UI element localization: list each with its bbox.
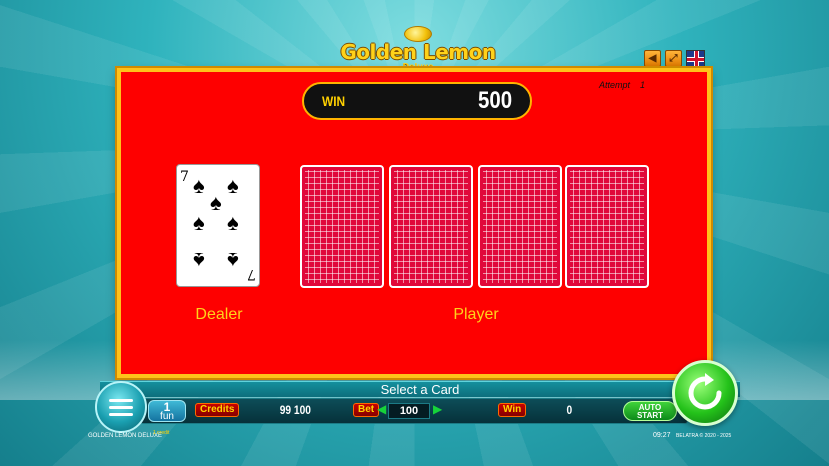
sound-icon[interactable]: ◀ — [644, 50, 661, 67]
attempt-counter: Attempt 1 — [599, 80, 645, 90]
lines-unit: fun — [160, 411, 174, 422]
hamburger-icon — [109, 398, 133, 402]
attempt-label: Attempt — [599, 80, 631, 90]
prompt-bar: Select a Card — [100, 381, 740, 397]
win-field-value: 0 — [566, 403, 573, 417]
bet-label: Bet — [353, 403, 380, 417]
start-label: START — [636, 411, 664, 420]
player-card-2[interactable] — [389, 165, 473, 288]
game-name: GOLDEN LEMON DELUXE — [88, 433, 163, 439]
attempt-value: 1 — [640, 80, 646, 90]
bet-increase-icon[interactable]: ▶ — [433, 402, 442, 416]
credit-note: 1 credit — [153, 430, 170, 436]
copyright: BELATRA © 2020 - 2025 — [676, 433, 732, 439]
player-label: Player — [453, 306, 499, 323]
spade-icon: ♠ — [227, 210, 239, 235]
card-rank-top: 7 — [180, 169, 189, 185]
game-board: WIN 500 Attempt 1 7 7 ♠ ♠ ♠ ♠ ♠ ♠ ♠ Deale… — [117, 68, 711, 378]
menu-button[interactable] — [95, 381, 147, 433]
refresh-icon — [688, 373, 722, 410]
fullscreen-icon[interactable]: ⤢ — [665, 50, 682, 67]
player-card-3[interactable] — [478, 165, 562, 288]
player-card-4[interactable] — [565, 165, 649, 288]
bet-value: 100 — [388, 403, 430, 419]
top-icons: ◀ ⤢ — [644, 50, 705, 67]
clock: 09:27 — [653, 432, 671, 439]
credits-label: Credits — [195, 403, 240, 417]
bet-decrease-icon[interactable]: ◀ — [377, 402, 386, 416]
spade-icon: ♠ — [227, 173, 239, 198]
credits-value: 99 100 — [279, 403, 311, 417]
spade-icon: ♠ — [193, 248, 205, 273]
player-card-1[interactable] — [300, 165, 384, 288]
auto-start-button[interactable]: AUTO START — [623, 401, 677, 421]
spade-icon: ♠ — [193, 210, 205, 235]
dealer-card: 7 7 ♠ ♠ ♠ ♠ ♠ ♠ ♠ — [176, 164, 260, 287]
spin-button[interactable] — [672, 360, 738, 426]
logo-title: Golden Lemon — [340, 40, 496, 64]
spade-icon: ♠ — [227, 248, 239, 273]
game-logo: Golden Lemon Deluxe — [318, 26, 518, 70]
win-field-label: Win — [498, 403, 527, 417]
dealer-label: Dealer — [195, 306, 243, 323]
lines-button[interactable]: 1 fun — [148, 400, 186, 422]
language-flag-icon[interactable] — [686, 50, 705, 67]
win-label: WIN — [322, 93, 346, 109]
win-display: WIN 500 — [302, 82, 532, 120]
win-amount: 500 — [477, 87, 512, 114]
card-rank-bottom: 7 — [247, 266, 256, 282]
spade-icon: ♠ — [210, 190, 222, 215]
spade-icon: ♠ — [193, 173, 205, 198]
